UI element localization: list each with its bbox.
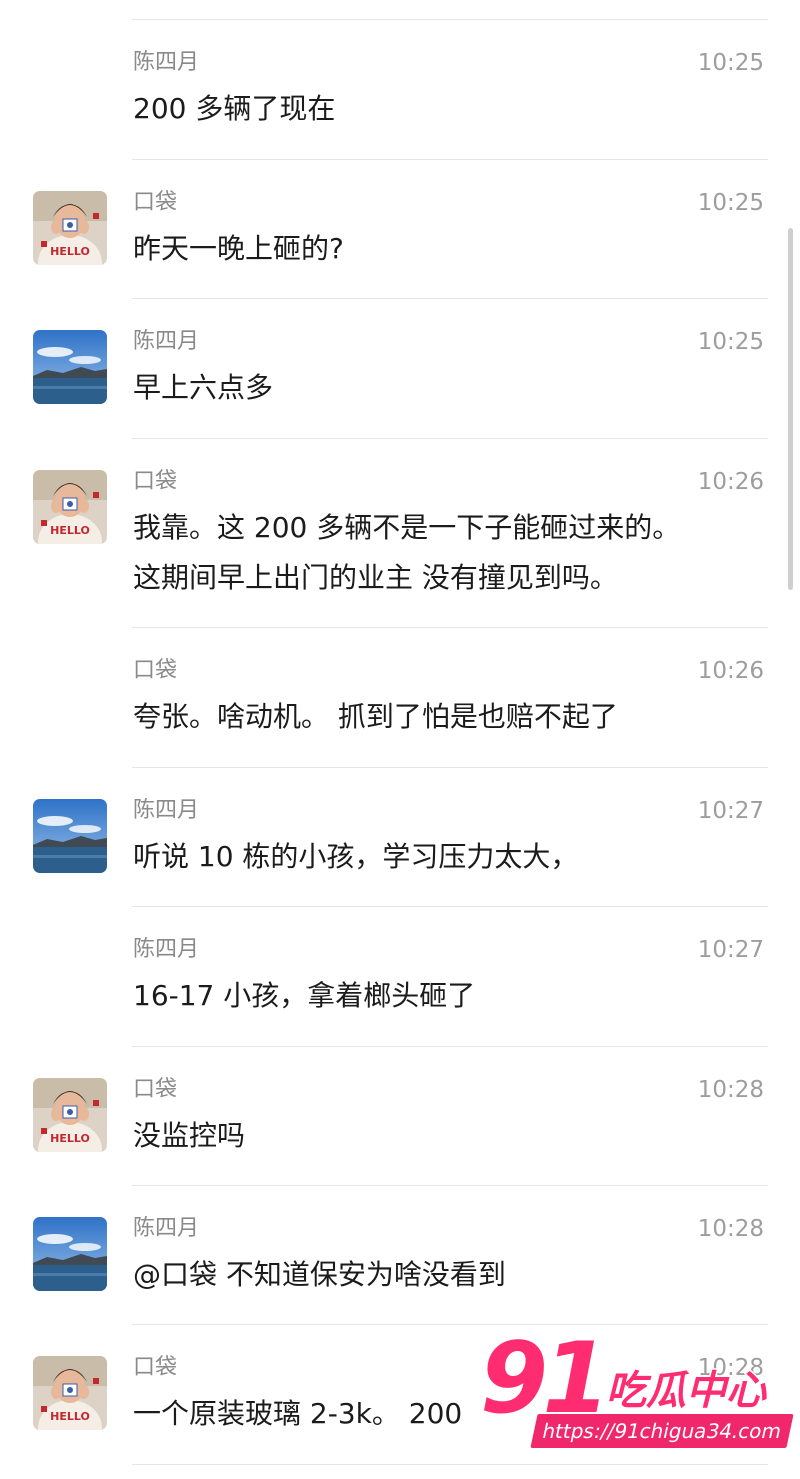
message-time: 10:26 — [697, 658, 764, 684]
message-text: 我靠。这 200 多辆不是一下子能砸过来的。 这期间早上出门的业主 没有撞见到吗… — [133, 503, 773, 603]
svg-text:HELLO: HELLO — [50, 245, 90, 258]
svg-text:HELLO: HELLO — [50, 1132, 90, 1145]
chat-message[interactable]: HELLO 口袋 10:28 没监控吗 — [0, 1047, 800, 1186]
sender-name: 口袋 — [133, 190, 178, 215]
svg-text:HELLO: HELLO — [50, 1410, 90, 1423]
chat-message[interactable]: 陈四月 10:25 200 多辆了现在 — [0, 20, 800, 159]
chat-message[interactable]: 口袋 10:26 夸张。啥动机。 抓到了怕是也赔不起了 — [0, 628, 800, 767]
user-avatar-koudai[interactable]: HELLO — [33, 1078, 107, 1152]
message-time: 10:25 — [697, 329, 764, 355]
message-time: 10:28 — [697, 1216, 764, 1242]
chat-message[interactable]: 陈四月 10:28 @口袋 不知道保安为啥没看到 — [0, 1186, 800, 1325]
message-text: @口袋 不知道保安为啥没看到 — [133, 1250, 773, 1300]
chat-message[interactable]: HELLO 口袋 10:26 我靠。这 200 多辆不是一下子能砸过来的。 这期… — [0, 439, 800, 627]
message-time: 10:28 — [697, 1077, 764, 1103]
message-text: 没监控吗 — [133, 1111, 773, 1161]
sender-name: 陈四月 — [133, 1216, 200, 1241]
message-line: 16-17 小孩，拿着榔头砸了 — [133, 979, 476, 1012]
user-avatar-lake[interactable] — [33, 799, 107, 873]
sender-name: 口袋 — [133, 1077, 178, 1102]
chat-message[interactable]: HELLO 口袋 10:25 昨天一晚上砸的? — [0, 160, 800, 299]
message-time: 10:27 — [697, 937, 764, 963]
user-avatar-lake[interactable] — [33, 1217, 107, 1291]
chat-message-list: 陈四月 10:25 200 多辆了现在 HELLO 口袋 10:25 昨天一晚上… — [0, 0, 800, 1479]
scrollbar-thumb[interactable] — [788, 228, 793, 590]
sender-name: 口袋 — [133, 658, 178, 683]
message-line: 早上六点多 — [133, 371, 274, 404]
chat-message[interactable]: 陈四月 10:27 听说 10 栋的小孩，学习压力太大， — [0, 768, 800, 907]
chat-message[interactable]: 陈四月 10:25 早上六点多 — [0, 299, 800, 438]
user-avatar-lake[interactable] — [33, 330, 107, 404]
svg-text:HELLO: HELLO — [50, 524, 90, 537]
message-line: 夸张。啥动机。 抓到了怕是也赔不起了 — [133, 700, 618, 733]
message-text: 16-17 小孩，拿着榔头砸了 — [133, 971, 773, 1021]
message-line: @口袋 不知道保安为啥没看到 — [133, 1258, 506, 1291]
watermark-number: 91 — [478, 1320, 612, 1438]
message-text: 早上六点多 — [133, 363, 773, 413]
sender-name: 陈四月 — [133, 329, 200, 354]
message-text: 200 多辆了现在 — [133, 84, 773, 134]
message-line: 我靠。这 200 多辆不是一下子能砸过来的。 — [133, 511, 681, 544]
message-line: 200 多辆了现在 — [133, 92, 336, 125]
message-line: 没监控吗 — [133, 1119, 246, 1152]
sender-name: 口袋 — [133, 469, 178, 494]
watermark-name: 吃瓜中心 — [605, 1367, 768, 1416]
message-line: 听说 10 栋的小孩，学习压力太大， — [133, 840, 579, 873]
message-time: 10:25 — [697, 190, 764, 216]
message-line: 昨天一晚上砸的? — [133, 232, 344, 265]
user-avatar-koudai[interactable]: HELLO — [33, 191, 107, 265]
sender-name: 陈四月 — [133, 937, 200, 962]
sender-name: 陈四月 — [133, 798, 200, 823]
message-time: 10:27 — [697, 798, 764, 824]
message-text: 听说 10 栋的小孩，学习压力太大， — [133, 832, 773, 882]
message-text: 昨天一晚上砸的? — [133, 224, 773, 274]
message-time: 10:26 — [697, 469, 764, 495]
sender-name: 陈四月 — [133, 50, 200, 75]
message-time: 10:25 — [697, 50, 764, 76]
message-text: 夸张。啥动机。 抓到了怕是也赔不起了 — [133, 692, 773, 742]
message-divider — [132, 1464, 768, 1465]
user-avatar-koudai[interactable]: HELLO — [33, 1356, 107, 1430]
chat-message[interactable]: 陈四月 10:27 16-17 小孩，拿着榔头砸了 — [0, 907, 800, 1046]
user-avatar-koudai[interactable]: HELLO — [33, 470, 107, 544]
site-watermark: https://91chigua34.com 91 吃瓜中心 — [478, 1320, 798, 1460]
message-line: 这期间早上出门的业主 没有撞见到吗。 — [133, 561, 618, 594]
sender-name: 口袋 — [133, 1355, 178, 1380]
